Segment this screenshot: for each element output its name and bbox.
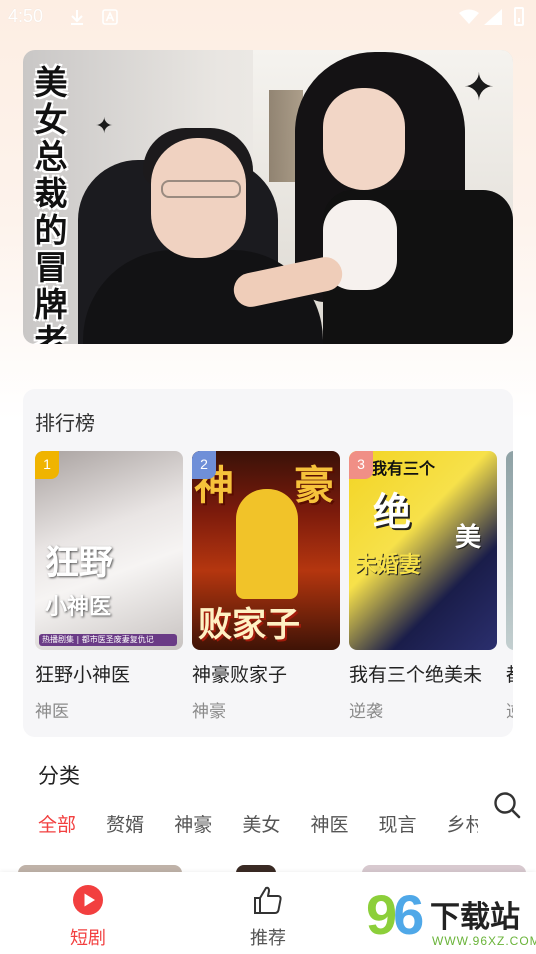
ranking-item[interactable]: 神 豪 败家子 2 神豪败家子 神豪 [192,451,340,722]
category-tab[interactable]: 神医 [310,810,348,837]
rank-badge: 2 [192,451,216,479]
drama-name[interactable]: 狂野小神医 [35,660,195,687]
watermark-number: 96 [366,883,424,946]
ranking-card: 排行榜 狂野 小神医 热播剧集 | 都市医圣废妻复仇记 1 狂野小神医 神医 神… [23,389,513,737]
cover-title-art: 狂野 小神医 [45,543,113,620]
ranking-item[interactable]: 都 逆 [506,451,513,722]
category-tab[interactable]: 乡村 [447,810,478,837]
status-bar: 4:50 [0,0,536,36]
ranking-item[interactable]: 狂野 小神医 热播剧集 | 都市医圣废妻复仇记 1 狂野小神医 神医 [35,451,183,722]
nav-item-shorts[interactable]: 短剧 [28,872,148,954]
sparkle-icon: ✦ [463,65,495,109]
cover-strip: 热播剧集 | 都市医圣废妻复仇记 [39,634,177,646]
cover-title-art: 美 [455,523,482,553]
search-icon[interactable] [492,790,522,820]
battery-icon [514,7,524,26]
drama-name[interactable]: 神豪败家子 [192,660,352,687]
rank-badge: 1 [35,451,59,479]
category-title: 分类 [38,764,80,788]
download-icon [71,10,83,25]
drama-cover[interactable]: 神 豪 败家子 2 [192,451,340,650]
watermark-text: 下载站 [430,900,520,935]
ranking-title: 排行榜 [35,411,95,435]
category-tab[interactable]: 全部 [38,810,76,837]
drama-tag: 逆 [506,697,513,722]
nav-item-recommend[interactable]: 推荐 [208,872,328,954]
drama-name[interactable]: 我有三个绝美未 [349,660,509,687]
category-tab[interactable]: 现言 [379,810,417,837]
signal-icon [484,9,502,25]
play-circle-icon [73,885,103,915]
drama-tag: 逆袭 [349,702,383,722]
cover-title-art: 败家子 [198,605,300,645]
cover-title-art: 绝 [373,489,412,534]
drama-cover[interactable]: 我有三个 绝 美 未婚妻 3 [349,451,497,650]
sparkle-icon: ✦ [95,114,114,139]
drama-tag: 神医 [35,702,69,722]
category-tabs: 全部 赘婿 神豪 美女 神医 现言 乡村 [38,810,478,840]
category-tab[interactable]: 神豪 [174,810,212,837]
thumbs-up-icon [254,886,282,914]
watermark-url: WWW.96XZ.COM [432,934,536,948]
wifi-icon [459,9,479,24]
nav-label: 推荐 [250,928,286,949]
category-tab[interactable]: 美女 [242,810,280,837]
status-time: 4:50 [8,6,44,26]
rank-badge: 3 [349,451,373,479]
banner-title-art: 美女总裁的冒牌老公 [34,63,68,344]
drama-tag: 神豪 [192,702,226,722]
category-tab[interactable]: 赘婿 [106,810,144,837]
drama-cover[interactable]: 狂野 小神医 热播剧集 | 都市医圣废妻复仇记 1 [35,451,183,650]
hero-banner[interactable]: 美女总裁的冒牌老公 ✦ ✦ [23,50,513,344]
nav-label: 短剧 [70,928,106,949]
ranking-item[interactable]: 我有三个 绝 美 未婚妻 3 我有三个绝美未 逆袭 [349,451,497,722]
a-icon [102,9,118,25]
watermark-logo: 96 下载站 WWW.96XZ.COM [366,883,536,954]
cover-title-art: 未婚妻 [355,552,422,578]
drama-name[interactable]: 都 [506,660,513,687]
drama-cover[interactable] [506,451,513,650]
cover-title-art: 我有三个 [371,459,436,478]
cover-title-art: 豪 [294,462,334,509]
